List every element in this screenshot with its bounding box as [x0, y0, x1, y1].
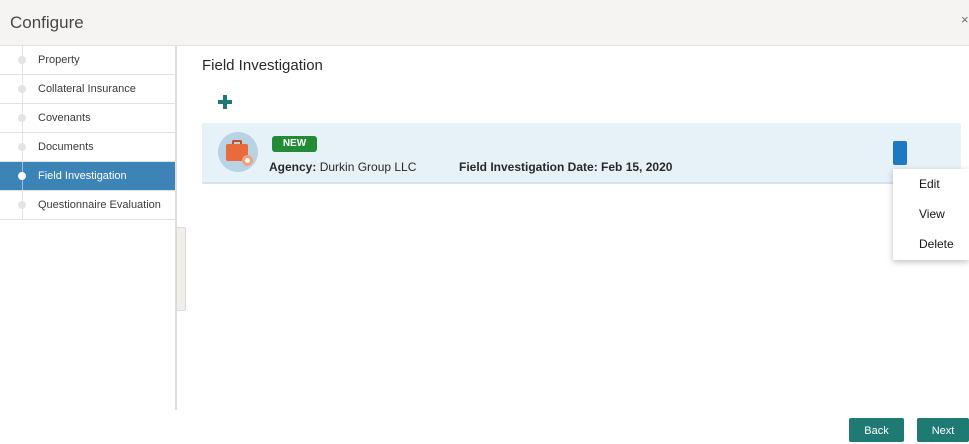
step-dot-icon — [18, 143, 26, 151]
sidebar-item-label: Covenants — [38, 112, 91, 124]
page-title: Field Investigation — [202, 57, 323, 74]
menu-item-delete[interactable]: Delete — [893, 229, 969, 259]
briefcase-gear-icon — [218, 132, 258, 172]
gear-icon — [242, 155, 253, 166]
context-menu: Edit View Delete — [893, 169, 969, 260]
back-button[interactable]: Back — [849, 418, 904, 442]
sidebar-item-property[interactable]: Property — [0, 46, 175, 75]
sidebar-item-label: Property — [38, 54, 80, 66]
investigation-date-value: Feb 15, 2020 — [601, 160, 673, 174]
sidebar-item-covenants[interactable]: Covenants — [0, 104, 175, 133]
step-dot-icon — [18, 172, 26, 180]
next-button[interactable]: Next — [917, 418, 969, 442]
investigation-date-label: Field Investigation Date: — [459, 160, 598, 174]
investigation-card[interactable]: NEW Agency: Durkin Group LLC Field Inves… — [202, 123, 961, 184]
more-options-icon[interactable] — [893, 141, 907, 165]
sidebar-item-label: Questionnaire Evaluation — [38, 199, 161, 211]
investigation-date-field: Field Investigation Date: Feb 15, 2020 — [459, 160, 672, 174]
sidebar-item-label: Field Investigation — [38, 170, 127, 182]
plus-icon[interactable] — [218, 95, 232, 109]
sidebar-item-label: Collateral Insurance — [38, 83, 136, 95]
menu-item-view[interactable]: View — [893, 199, 969, 229]
sidebar-item-field-investigation[interactable]: Field Investigation — [0, 162, 175, 191]
step-dot-icon — [18, 201, 26, 209]
step-dot-icon — [18, 85, 26, 93]
panel-splitter-handle[interactable] — [176, 227, 186, 311]
dialog-header: Configure × — [0, 0, 969, 46]
step-dot-icon — [18, 56, 26, 64]
sidebar-item-label: Documents — [38, 141, 94, 153]
sidebar-item-questionnaire-evaluation[interactable]: Questionnaire Evaluation — [0, 191, 175, 220]
sidebar-nav: Property Collateral Insurance Covenants … — [0, 46, 177, 410]
dialog-title: Configure — [10, 13, 84, 32]
sidebar-item-collateral-insurance[interactable]: Collateral Insurance — [0, 75, 175, 104]
close-icon[interactable]: × — [961, 12, 969, 27]
step-dot-icon — [18, 114, 26, 122]
agency-label: Agency: — [269, 160, 317, 174]
agency-value: Durkin Group LLC — [319, 160, 417, 174]
sidebar-item-documents[interactable]: Documents — [0, 133, 175, 162]
agency-field: Agency: Durkin Group LLC — [269, 160, 416, 174]
status-badge: NEW — [272, 136, 317, 152]
menu-item-edit[interactable]: Edit — [893, 169, 969, 199]
